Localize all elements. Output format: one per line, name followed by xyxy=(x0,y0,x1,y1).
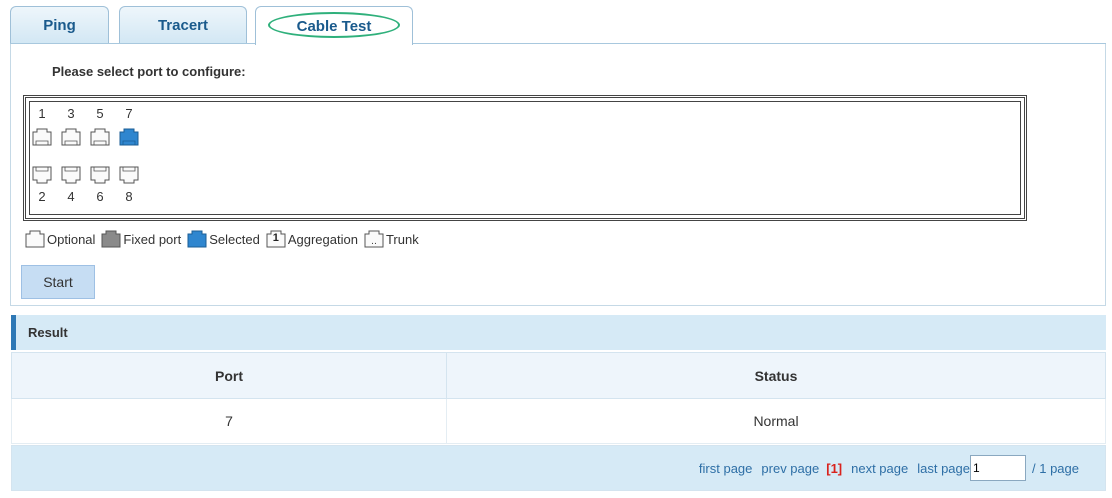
port-number-7: 7 xyxy=(125,106,133,121)
column-status: Status xyxy=(446,352,1106,399)
column-port: Port xyxy=(11,352,447,399)
port-2-icon[interactable] xyxy=(32,166,52,184)
result-table: Port Status 7 Normal xyxy=(11,352,1106,444)
pagination-bar: first page prev page [1] next page last … xyxy=(11,445,1106,491)
tab-tracert[interactable]: Tracert xyxy=(119,6,247,44)
aggregation-port-icon: 1 xyxy=(266,230,286,248)
fixed-port-icon xyxy=(101,230,121,248)
tab-ping-label: Ping xyxy=(43,17,76,34)
legend-optional-label: Optional xyxy=(47,231,96,247)
select-port-prompt: Please select port to configure: xyxy=(52,64,246,79)
result-title: Result xyxy=(28,325,68,340)
last-page-link[interactable]: last page xyxy=(917,461,970,476)
port-7-icon-selected[interactable] xyxy=(119,128,139,146)
config-panel: Please select port to configure: 1 3 5 7 xyxy=(10,44,1106,306)
port-number-3: 3 xyxy=(67,106,75,121)
start-button[interactable]: Start xyxy=(21,265,95,299)
legend-trunk-label: Trunk xyxy=(385,231,419,247)
tab-tracert-label: Tracert xyxy=(157,17,209,34)
port-6-icon[interactable] xyxy=(90,166,110,184)
total-pages-label: / 1 page xyxy=(1032,460,1079,476)
legend-selected-label: Selected xyxy=(209,231,260,247)
legend-trunk: .. Trunk xyxy=(364,230,419,248)
table-row: 7 Normal xyxy=(11,398,1106,444)
legend-fixed-label: Fixed port xyxy=(123,231,182,247)
port-8-icon[interactable] xyxy=(119,166,139,184)
port-1-icon[interactable] xyxy=(32,128,52,146)
port-legend: Optional Fixed port Selected 1 Aggregati… xyxy=(25,230,425,248)
svg-text:..: .. xyxy=(371,237,377,247)
port-number-2: 2 xyxy=(38,189,46,204)
port-number-1: 1 xyxy=(38,106,46,121)
tab-cable-test[interactable]: Cable Test xyxy=(255,6,413,45)
result-header: Result xyxy=(11,315,1106,350)
trunk-port-icon: .. xyxy=(364,230,384,248)
port-number-5: 5 xyxy=(96,106,104,121)
port-5-icon[interactable] xyxy=(90,128,110,146)
current-page-indicator: [1] xyxy=(826,460,843,476)
legend-optional: Optional xyxy=(25,230,95,248)
cell-status: Normal xyxy=(446,398,1106,444)
port-3-icon[interactable] xyxy=(61,128,81,146)
tab-bar: Ping Tracert Cable Test xyxy=(0,0,1112,45)
optional-port-icon xyxy=(25,230,45,248)
port-number-8: 8 xyxy=(125,189,133,204)
next-page-link[interactable]: next page xyxy=(851,461,908,476)
port-number-6: 6 xyxy=(96,189,104,204)
table-header-row: Port Status xyxy=(11,352,1106,399)
prev-page-link[interactable]: prev page xyxy=(761,461,819,476)
cell-port: 7 xyxy=(11,398,447,444)
first-page-link[interactable]: first page xyxy=(699,461,752,476)
port-4-icon[interactable] xyxy=(61,166,81,184)
tab-cable-test-label: Cable Test xyxy=(296,17,372,35)
port-panel: 1 3 5 7 2 4 6 8 xyxy=(23,95,1027,221)
selected-port-icon xyxy=(187,230,207,248)
port-number-4: 4 xyxy=(67,189,75,204)
legend-aggregation-label: Aggregation xyxy=(287,231,358,247)
tab-ping[interactable]: Ping xyxy=(10,6,109,44)
legend-aggregation: 1 Aggregation xyxy=(266,230,358,248)
legend-fixed: Fixed port xyxy=(101,230,181,248)
page-number-input[interactable] xyxy=(970,455,1026,481)
legend-selected: Selected xyxy=(187,230,260,248)
aggregation-badge: 1 xyxy=(272,232,279,244)
